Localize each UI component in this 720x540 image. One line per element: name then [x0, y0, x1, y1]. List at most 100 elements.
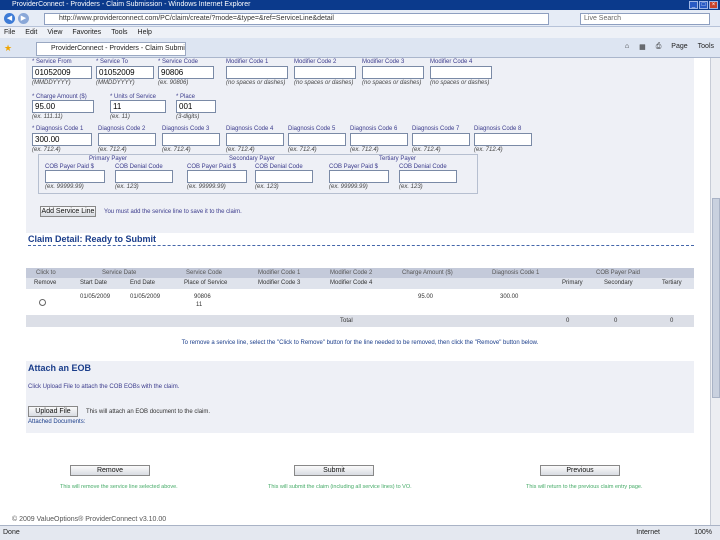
window-titlebar: ProviderConnect - Providers - Claim Subm…	[0, 0, 720, 10]
hint-dx7: (ex. 712.4)	[412, 147, 441, 153]
add-service-line-button[interactable]: Add Service Line	[40, 206, 96, 217]
total-tertiary: 0	[670, 318, 674, 324]
cob-payer-box: Primary Payer Secondary Payer Tertiary P…	[38, 154, 478, 194]
charge-input[interactable]: 95.00	[32, 100, 94, 113]
home-icon[interactable]: ⌂	[625, 43, 629, 51]
dx4-input[interactable]	[226, 133, 284, 146]
label-dx2: Diagnosis Code 2	[98, 126, 146, 132]
to-date-input[interactable]: 01052009	[96, 66, 154, 79]
total-label: Total	[340, 318, 353, 324]
tab-bar: ★ ProviderConnect - Providers - Claim Su…	[0, 38, 720, 58]
modifier-1-input[interactable]	[226, 66, 288, 79]
status-text: Done	[3, 529, 20, 536]
label-dx7: Diagnosis Code 7	[412, 126, 460, 132]
menu-help[interactable]: Help	[138, 27, 152, 38]
row-service-code: 90806	[194, 294, 211, 300]
page-menu[interactable]: Page	[671, 43, 687, 51]
vertical-scrollbar[interactable]	[710, 58, 720, 525]
hint-cob-denial-3: (ex. 123)	[399, 184, 423, 190]
menu-edit[interactable]: Edit	[25, 27, 37, 38]
service-code-input[interactable]: 90806	[158, 66, 214, 79]
label-dx6: Diagnosis Code 6	[350, 126, 398, 132]
remove-radio[interactable]	[39, 299, 46, 306]
menu-file[interactable]: File	[4, 27, 15, 38]
browser-tab[interactable]: ProviderConnect - Providers - Claim Subm…	[36, 42, 186, 56]
remove-button[interactable]: Remove	[70, 465, 150, 476]
menu-tools[interactable]: Tools	[111, 27, 127, 38]
units-input[interactable]: 11	[110, 100, 166, 113]
remove-note: This will remove the service line select…	[60, 484, 178, 490]
menu-favorites[interactable]: Favorites	[72, 27, 101, 38]
hint-modifier-1: (no spaces or dashes)	[226, 80, 286, 86]
cob-denial-3-input[interactable]	[399, 170, 457, 183]
search-input[interactable]: Live Search	[580, 13, 710, 25]
hint-units: (ex. 11)	[110, 114, 130, 120]
dx6-input[interactable]	[350, 133, 408, 146]
cob-paid-2-input[interactable]	[187, 170, 247, 183]
dx7-input[interactable]	[412, 133, 470, 146]
menu-view[interactable]: View	[47, 27, 62, 38]
back-icon[interactable]: ◀	[4, 13, 15, 24]
close-icon[interactable]: ×	[709, 1, 718, 9]
modifier-3-input[interactable]	[362, 66, 424, 79]
feeds-icon[interactable]: ▦	[639, 43, 646, 51]
scrollbar-thumb[interactable]	[712, 198, 720, 398]
from-date-input[interactable]: 01052009	[32, 66, 92, 79]
dx2-input[interactable]	[98, 133, 156, 146]
hint-cob-paid-1: (ex. 99999.99)	[45, 184, 84, 190]
status-bar: Done Internet 100%	[0, 525, 720, 540]
row-charge: 95.00	[418, 294, 434, 300]
menu-bar: File Edit View Favorites Tools Help	[0, 27, 720, 38]
dx3-input[interactable]	[162, 133, 220, 146]
add-service-line-note: You must add the service line to save it…	[104, 209, 242, 215]
maximize-icon[interactable]: □	[699, 1, 708, 9]
total-row: Total 0 0 0	[26, 315, 694, 327]
row-start-date: 01/05/2009	[80, 294, 111, 300]
label-dx3: Diagnosis Code 3	[162, 126, 210, 132]
copyright-text: © 2009 ValueOptions® ProviderConnect v3.…	[12, 516, 167, 523]
dx8-input[interactable]	[474, 133, 532, 146]
hint-cob-denial-1: (ex. 123)	[115, 184, 139, 190]
hint-service-code: (ex. 90806)	[158, 80, 189, 86]
hint-cob-paid-2: (ex. 99999.99)	[187, 184, 226, 190]
cob-paid-3-input[interactable]	[329, 170, 389, 183]
label-modifier-4: Modifier Code 4	[430, 59, 473, 65]
url-field[interactable]: http://www.providerconnect.com/PC/claim/…	[44, 13, 549, 25]
hint-cob-paid-3: (ex. 99999.99)	[329, 184, 368, 190]
dx1-input[interactable]: 300.00	[32, 133, 92, 146]
modifier-4-input[interactable]	[430, 66, 492, 79]
zone-label: Internet	[636, 529, 660, 536]
label-dx1: * Diagnosis Code 1	[32, 126, 84, 132]
label-modifier-1: Modifier Code 1	[226, 59, 269, 65]
section-divider	[28, 245, 694, 246]
hint-dx4: (ex. 712.4)	[226, 147, 255, 153]
cob-denial-2-input[interactable]	[255, 170, 313, 183]
row-dx: 300.00	[500, 294, 519, 300]
action-footer: Remove Submit Previous This will remove …	[26, 448, 694, 496]
modifier-2-input[interactable]	[294, 66, 356, 79]
minimize-icon[interactable]: _	[689, 1, 698, 9]
grid-h2-col2: Start Date	[80, 280, 108, 286]
favorites-star-icon[interactable]: ★	[4, 43, 12, 54]
place-input[interactable]: 001	[176, 100, 216, 113]
cob-denial-1-input[interactable]	[115, 170, 173, 183]
upload-file-button[interactable]: Upload File	[28, 406, 78, 417]
tools-menu[interactable]: Tools	[698, 43, 714, 51]
submit-note: This will submit the claim (including al…	[268, 484, 412, 490]
forward-icon[interactable]: ▶	[18, 13, 29, 24]
label-modifier-3: Modifier Code 3	[362, 59, 405, 65]
cob-paid-1-input[interactable]	[45, 170, 105, 183]
grid-h1-col3: Service Code	[186, 270, 223, 276]
address-bar: ◀ ▶ http://www.providerconnect.com/PC/cl…	[0, 10, 720, 27]
zoom-level[interactable]: 100%	[694, 526, 712, 540]
remove-instruction: To remove a service line, select the "Cl…	[181, 340, 539, 346]
previous-button[interactable]: Previous	[540, 465, 620, 476]
grid-h1-col2: Service Date	[102, 270, 137, 276]
hint-dx3: (ex. 712.4)	[162, 147, 191, 153]
grid-h1-col1: Click to	[36, 270, 56, 276]
grid-h2-col4: Place of Service	[184, 280, 228, 286]
grid-h1-col4: Modifier Code 1	[258, 270, 301, 276]
submit-button[interactable]: Submit	[294, 465, 374, 476]
print-icon[interactable]: ⎙	[656, 43, 662, 51]
dx5-input[interactable]	[288, 133, 346, 146]
